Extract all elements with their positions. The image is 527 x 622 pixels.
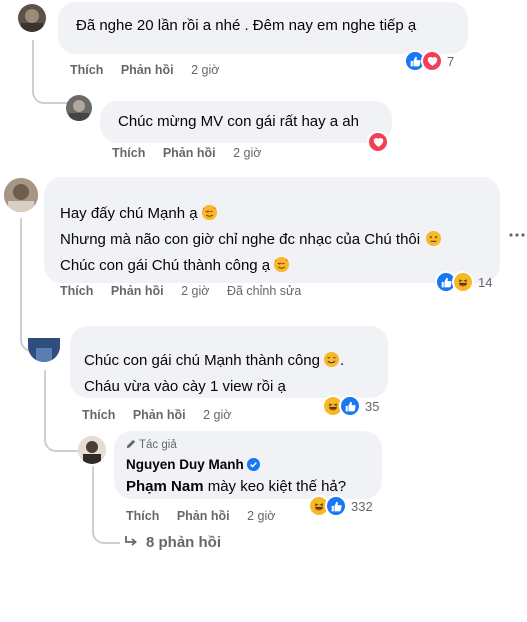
comment-bubble: Đã nghe 20 lần rồi a nhé . Đêm nay em ng… (58, 2, 468, 54)
smile-emoji (323, 351, 340, 374)
comment-bubble: Tác giả Nguyen Duy Manh Phạm Nam mày keo… (114, 431, 382, 499)
timestamp[interactable]: 2 giờ (247, 509, 275, 523)
comment-bubble: Chúc con gái chú Mạnh thành công. Cháu v… (70, 326, 388, 398)
reaction-summary[interactable]: 332 (308, 495, 373, 517)
mention-link[interactable]: Phạm Nam (126, 478, 204, 495)
comment-text-line: Chúc con gái Chú thành công ạ (60, 256, 500, 279)
reaction-summary[interactable]: 35 (322, 395, 380, 417)
like-icon (339, 395, 361, 417)
like-button[interactable]: Thích (70, 63, 103, 77)
love-icon (367, 131, 389, 153)
love-icon (421, 50, 443, 72)
view-more-replies-link[interactable]: 8 phản hồi (124, 534, 221, 552)
like-button[interactable]: Thích (82, 408, 115, 422)
haha-icon (452, 271, 474, 293)
avatar[interactable] (4, 178, 38, 212)
more-replies-label: 8 phản hồi (146, 534, 221, 551)
avatar[interactable] (66, 95, 92, 121)
comment-text: Đã nghe 20 lần rồi a nhé . Đêm nay em ng… (76, 17, 417, 34)
timestamp[interactable]: 2 giờ (191, 63, 219, 77)
comment-bubble: Chúc mừng MV con gái rất hay a ah (100, 101, 392, 143)
comment-text: Hay đấy chú Mạnh ạ (60, 205, 198, 222)
reply-button[interactable]: Phản hồi (177, 509, 230, 523)
edited-label: Đã chỉnh sửa (226, 284, 302, 298)
reply-button[interactable]: Phản hồi (111, 284, 164, 298)
like-button[interactable]: Thích (126, 509, 159, 523)
like-button[interactable]: Thích (60, 284, 93, 298)
comment-actions: Thích Phản hồi 2 giờ (82, 408, 245, 422)
comment-actions: Thích Phản hồi 2 giờ (70, 63, 233, 77)
smiling-hearts-emoji (273, 256, 290, 279)
timestamp[interactable]: 2 giờ (233, 146, 261, 160)
comment-text-line: Nhưng mà não con giờ chỉ nghe đc nhạc củ… (60, 230, 500, 253)
comment-text: Chúc con gái Chú thành công ạ (60, 257, 271, 274)
reaction-summary[interactable]: 7 (404, 50, 455, 72)
author-badge: Tác giả (126, 438, 382, 453)
comment-text: Chúc mừng MV con gái rất hay a ah (118, 113, 359, 130)
reply-button[interactable]: Phản hồi (121, 63, 174, 77)
avatar[interactable] (18, 4, 46, 32)
comment-text-line: Hay đấy chú Mạnh ạ (60, 204, 500, 227)
reaction-count: 332 (351, 498, 373, 514)
avatar[interactable] (78, 436, 106, 464)
reaction-count: 14 (478, 274, 493, 290)
comment-bubble: Hay đấy chú Mạnh ạ Nhưng mà não con giờ … (44, 177, 500, 283)
reply-button[interactable]: Phản hồi (163, 146, 216, 160)
pencil-icon (126, 439, 136, 453)
reaction-count: 7 (447, 53, 455, 69)
comment-text: Nhưng mà não con giờ chỉ nghe đc nhạc củ… (60, 231, 421, 248)
like-button[interactable]: Thích (112, 146, 145, 160)
comment-text: Chúc con gái chú Mạnh thành công (84, 352, 320, 369)
timestamp[interactable]: 2 giờ (203, 408, 231, 422)
avatar[interactable] (28, 338, 60, 362)
comment-text: mày keo kiệt thế hả? (207, 478, 347, 495)
reaction-count: 35 (365, 398, 380, 414)
author-line: Nguyen Duy Manh (126, 456, 382, 476)
reply-button[interactable]: Phản hồi (133, 408, 186, 422)
smiling-hearts-emoji (201, 204, 218, 227)
comment-actions: Thích Phản hồi 2 giờ (112, 146, 275, 160)
like-icon (325, 495, 347, 517)
comment-text-line: Chúc con gái chú Mạnh thành công. (84, 351, 388, 374)
thread-line (20, 218, 22, 330)
author-badge-label: Tác giả (139, 439, 177, 451)
comment-actions: Thích Phản hồi 2 giờ Đã chỉnh sửa (60, 284, 301, 298)
verified-badge-icon (246, 458, 260, 476)
comment-text-line: Phạm Nam mày keo kiệt thế hả? (126, 477, 382, 497)
reaction-summary[interactable]: 14 (435, 271, 493, 293)
more-options-icon[interactable] (509, 225, 525, 243)
timestamp[interactable]: 2 giờ (181, 284, 209, 298)
neutral-face-emoji (425, 230, 442, 253)
reaction-summary[interactable] (367, 131, 389, 153)
comment-text: Cháu vừa vào cày 1 view rồi ạ (84, 378, 286, 395)
comment-actions: Thích Phản hồi 2 giờ (126, 509, 289, 523)
reply-arrow-icon (124, 535, 138, 552)
author-name[interactable]: Nguyen Duy Manh (126, 457, 244, 472)
